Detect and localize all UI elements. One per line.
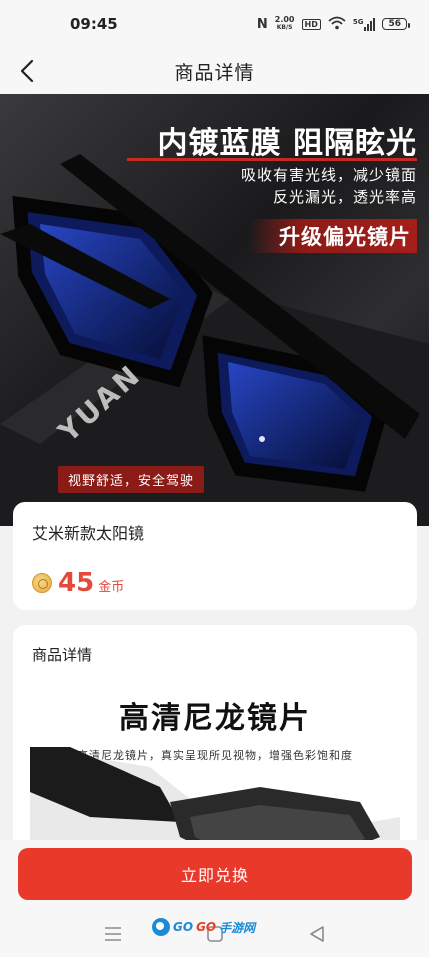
product-hero-image[interactable]: 内镀蓝膜 阻隔眩光 吸收有害光线，减少镜面 反光漏光，透光率高 升级偏光镜片 Y… <box>0 94 429 526</box>
hero-divider <box>127 158 417 161</box>
product-name: 艾米新款太阳镜 <box>32 524 145 543</box>
watermark-icon <box>152 918 170 936</box>
triangle-back-icon <box>310 926 324 942</box>
hero-subtext-line-2: 反光漏光，透光率高 <box>272 188 417 206</box>
network-speed: 2.00 KB/S <box>275 16 295 32</box>
network-speed-value: 2.00 <box>274 15 295 24</box>
product-details-card: 商品详情 高清尼龙镜片 高清尼龙镜片，真实呈现所见视物，增强色彩饱和度 <box>13 625 417 865</box>
hero-tag: 升级偏光镜片 <box>249 219 417 253</box>
status-time: 09:45 <box>70 15 118 33</box>
nav-bar: 商品详情 <box>0 48 429 94</box>
redeem-button[interactable]: 立即兑换 <box>18 848 412 900</box>
hero-headline: 内镀蓝膜 阻隔眩光 <box>157 126 417 161</box>
hero-pill: 视野舒适，安全驾驶 <box>58 466 205 493</box>
page: 09:45 N 2.00 KB/S HD 5G 56 商品详情 内镀蓝膜 阻隔眩… <box>0 0 429 957</box>
hero-subtext: 吸收有害光线，减少镜面 反光漏光，透光率高 <box>241 164 417 208</box>
battery-indicator: 56 <box>382 18 410 30</box>
price-value: 45 <box>58 568 95 598</box>
cellular-signal-icon: 5G <box>352 17 376 31</box>
status-icons: N 2.00 KB/S HD 5G 56 <box>256 16 410 33</box>
nfc-icon: N <box>256 16 268 32</box>
hd-badge: HD <box>301 18 321 30</box>
wifi-icon <box>328 16 346 33</box>
details-title: 商品详情 <box>32 646 93 664</box>
system-back-button[interactable] <box>305 922 329 946</box>
menu-button[interactable] <box>101 922 125 946</box>
watermark-text-b: GO <box>196 920 217 934</box>
network-speed-unit: KB/S <box>276 24 293 31</box>
status-bar: 09:45 N 2.00 KB/S HD 5G 56 <box>0 0 429 48</box>
chevron-left-icon <box>20 59 34 83</box>
details-headline: 高清尼龙镜片 <box>119 701 311 736</box>
back-button[interactable] <box>12 56 42 86</box>
coin-icon <box>32 573 52 593</box>
product-info-card: 艾米新款太阳镜 45 金币 <box>13 502 417 610</box>
watermark-text-c: 手游网 <box>219 920 256 935</box>
hero-subtext-line-1: 吸收有害光线，减少镜面 <box>240 166 417 184</box>
price-row: 45 金币 <box>32 568 398 598</box>
price-unit: 金币 <box>98 580 125 595</box>
watermark-logo: GO GO 手游网 <box>152 918 255 936</box>
menu-icon <box>105 927 121 941</box>
page-title: 商品详情 <box>174 61 255 84</box>
signal-label: 5G <box>352 17 364 26</box>
watermark-text-a: GO <box>173 920 194 934</box>
